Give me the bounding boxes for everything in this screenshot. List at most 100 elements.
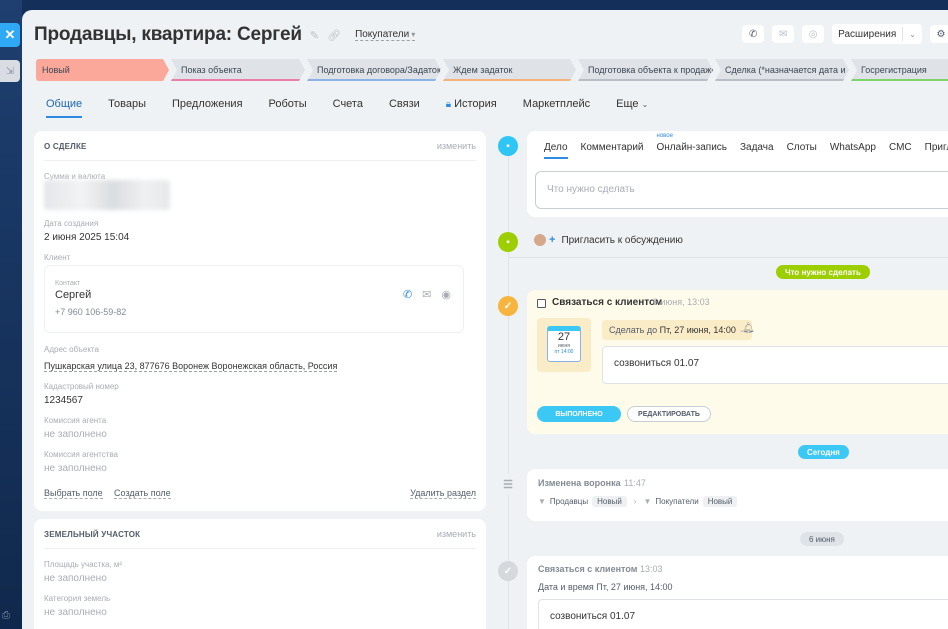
tab-general[interactable]: Общие xyxy=(46,98,83,118)
phone-icon[interactable]: ✆ xyxy=(742,25,765,43)
tab-history[interactable]: 🔒︎ История xyxy=(446,98,497,116)
tab-invoices[interactable]: Счета xyxy=(333,98,363,116)
minimize-slider-button[interactable]: ⇲ xyxy=(0,60,20,82)
address-value[interactable]: Пушкарская улица 23, 877676 Воронеж Воро… xyxy=(44,361,338,372)
change-link[interactable]: изменить xyxy=(437,529,476,539)
chevron-down-icon: ▾ xyxy=(411,30,416,39)
new-badge: новое xyxy=(656,133,673,139)
field-actions: Выбрать поле Создать поле xyxy=(44,485,171,499)
cadastral-label: Кадастровый номер xyxy=(44,382,119,391)
stage-7[interactable]: Госрегистрация xyxy=(851,59,948,81)
amount-value-blurred xyxy=(44,180,170,213)
copy-link-icon[interactable]: 🔗︎ xyxy=(327,29,341,42)
tab-products[interactable]: Товары xyxy=(108,98,146,116)
past-task-note: созвониться 01.07 xyxy=(538,599,948,629)
extensions-label: Расширения xyxy=(838,28,897,40)
past-task-time: 13:03 xyxy=(640,564,663,574)
activity-tab-invite[interactable]: Пригласить xyxy=(925,142,948,153)
contact-phone[interactable]: +7 960 106-59-82 xyxy=(55,307,126,317)
printer-icon: ⎙ xyxy=(2,610,10,621)
mail-icon[interactable]: ✉ xyxy=(422,288,431,301)
calendar-icon: 27 июня пт 14:00 xyxy=(547,326,581,362)
task-title[interactable]: Связаться с клиентом xyxy=(552,297,662,308)
page-title: Продавцы, квартира: Сергей xyxy=(34,24,302,45)
main-tabs: Общие Товары Предложения Роботы Счета Св… xyxy=(46,98,674,118)
activity-tabs: Дело Комментарий новое Онлайн-запись Зада… xyxy=(544,133,948,159)
agent-commission-value: не заполнено xyxy=(44,429,107,440)
contact-name[interactable]: Сергей xyxy=(55,289,91,301)
tab-robots[interactable]: Роботы xyxy=(269,98,307,116)
task-checkbox[interactable] xyxy=(537,299,546,308)
activity-tab-booking[interactable]: новое Онлайн-запись xyxy=(657,133,728,153)
stage-color-bar xyxy=(307,79,441,81)
deadline-prefix: Сделать до xyxy=(609,325,658,335)
chat-icon[interactable]: ◎ xyxy=(802,25,825,43)
close-icon: ✕ xyxy=(4,27,16,42)
edit-pencil-icon[interactable]: ✎ xyxy=(310,29,319,42)
mail-icon[interactable]: ✉ xyxy=(772,25,795,43)
deadline-value: Пт, 27 июня, 14:00 xyxy=(659,325,736,335)
activity-tab-sms[interactable]: СМС xyxy=(889,142,912,153)
activity-tab-comment[interactable]: Комментарий xyxy=(581,142,644,153)
past-task-title[interactable]: Связаться с клиентом xyxy=(538,564,637,574)
filter-dot: ☰ xyxy=(498,474,518,494)
deal-info-card: О СДЕЛКЕ изменить Сумма и валюта Дата со… xyxy=(34,131,486,511)
tab-links[interactable]: Связи xyxy=(389,98,420,116)
stage-4[interactable]: Ждем задаток xyxy=(443,59,576,81)
agency-commission-value: не заполнено xyxy=(44,463,107,474)
stage-5[interactable]: Подготовка объекта к продаже xyxy=(578,59,713,81)
activity-tab-whatsapp[interactable]: WhatsApp xyxy=(830,142,876,153)
to-funnel: Покупатели xyxy=(655,497,699,506)
past-task-card: Связаться с клиентом 13:03 Дата и время … xyxy=(527,556,948,629)
tab-marketplace[interactable]: Маркетплейс xyxy=(523,98,590,116)
arrow-right-icon: › xyxy=(633,497,637,506)
activity-editor: Дело Комментарий новое Онлайн-запись Зада… xyxy=(527,131,948,217)
stage-label: Сделка (*назначается дата и ... xyxy=(725,65,849,75)
stage-label: Новый xyxy=(42,65,70,75)
task-date: 6 июня, 13:03 xyxy=(653,297,710,307)
bell-icon[interactable]: 🔔︎ xyxy=(742,323,755,334)
check-icon: ✓ xyxy=(503,565,513,577)
stage-3[interactable]: Подготовка договора/Задаток xyxy=(307,59,441,81)
invite-row[interactable]: + Пригласить к обсуждению xyxy=(534,234,683,246)
create-field-link[interactable]: Создать поле xyxy=(114,488,171,499)
change-link[interactable]: изменить xyxy=(437,141,476,151)
stage-1[interactable]: Новый xyxy=(36,59,169,81)
tab-history-label: История xyxy=(454,98,497,110)
tab-more-label: Еще xyxy=(616,98,639,110)
tab-offers[interactable]: Предложения xyxy=(172,98,243,116)
funnel-icon: ▼ xyxy=(538,497,546,506)
extensions-button[interactable]: Расширения ⌄ xyxy=(832,24,922,44)
deal-slider: Продавцы, квартира: Сергей ✎ 🔗︎ Покупате… xyxy=(22,10,948,629)
activity-tab-task[interactable]: Задача xyxy=(740,142,774,153)
stage-6[interactable]: Сделка (*назначается дата и ... xyxy=(715,59,849,81)
stage-2[interactable]: Показ объекта xyxy=(171,59,305,81)
done-button[interactable]: ВЫПОЛНЕНО xyxy=(537,406,621,422)
close-slider-button[interactable]: ✕ xyxy=(0,23,20,47)
area-label: Площадь участка, м² xyxy=(44,560,123,569)
land-plot-card: ЗЕМЕЛЬНЫЙ УЧАСТОК изменить Площадь участ… xyxy=(34,519,486,629)
category-label: Покупатели xyxy=(355,29,410,40)
activity-input[interactable]: Что нужно сделать xyxy=(535,171,948,209)
stage-color-bar xyxy=(715,79,849,81)
chat-icon[interactable]: ◉ xyxy=(441,288,451,301)
delete-section-link[interactable]: Удалить раздел xyxy=(410,488,476,499)
activity-tab-deal[interactable]: Дело xyxy=(544,142,568,159)
calendar-day: 27 xyxy=(557,331,571,343)
phone-icon[interactable]: ✆ xyxy=(403,288,412,301)
chevron-down-icon: ⌄ xyxy=(909,29,916,39)
client-contact-card: Контакт Сергей +7 960 106-59-82 ✆ ✉ ◉ xyxy=(44,265,464,333)
deadline-selector[interactable]: Сделать до Пт, 27 июня, 14:00 ⌄ xyxy=(602,320,752,340)
stage-label: Подготовка объекта к продаже xyxy=(588,65,713,75)
desktop-background xyxy=(0,0,22,629)
activity-tab-slots[interactable]: Слоты xyxy=(787,142,817,153)
gear-icon[interactable]: ⚙ xyxy=(930,25,948,43)
edit-button[interactable]: РЕДАКТИРОВАТЬ xyxy=(627,406,711,422)
timeline-line xyxy=(508,140,509,629)
created-label: Дата создания xyxy=(44,219,99,228)
task-note[interactable]: созвониться 01.07 xyxy=(602,346,948,384)
category-selector[interactable]: Покупатели ▾ xyxy=(355,29,416,41)
select-field-link[interactable]: Выбрать поле xyxy=(44,488,103,499)
address-value-wrap: Пушкарская улица 23, 877676 Воронеж Воро… xyxy=(44,358,338,372)
tab-more[interactable]: Еще ⌄ xyxy=(616,98,648,116)
